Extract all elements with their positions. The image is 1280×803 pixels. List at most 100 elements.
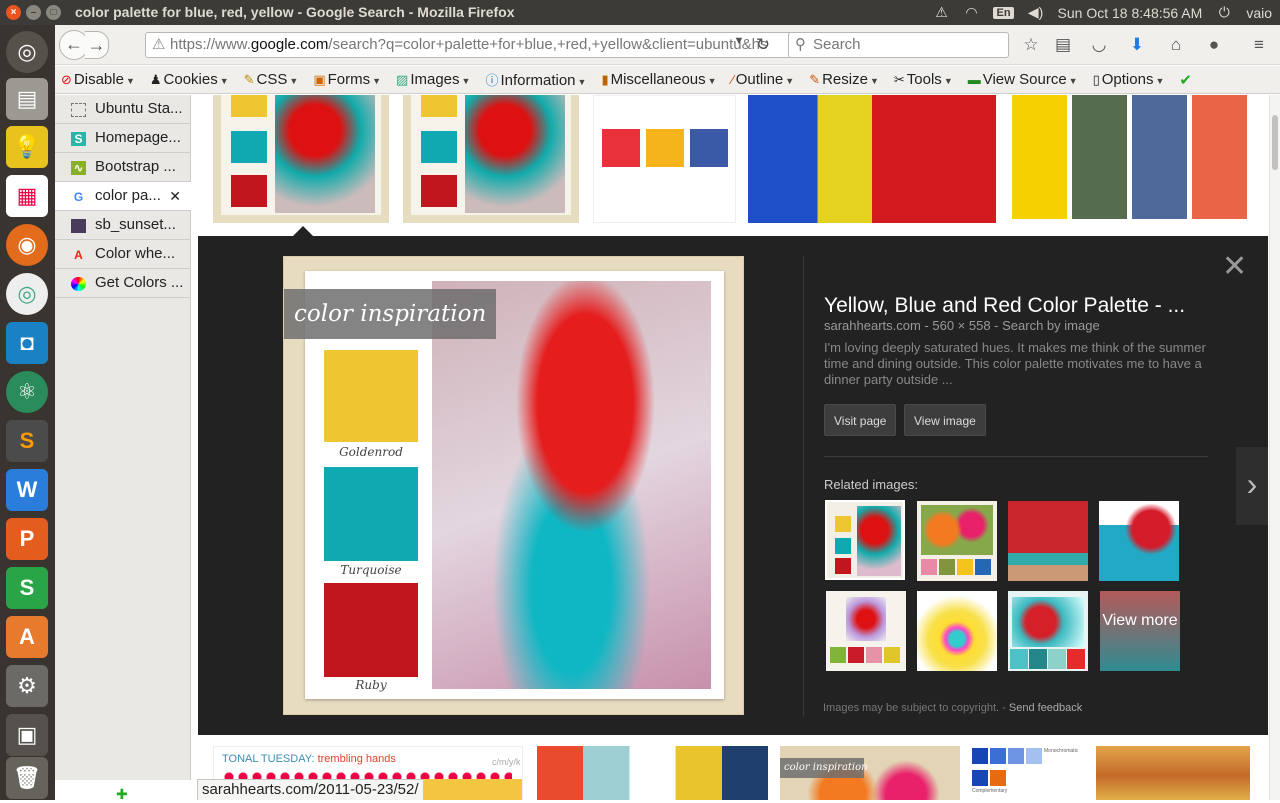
wd-resize[interactable]: ✎ Resize ▼	[809, 71, 879, 88]
forms-icon: ▣	[313, 72, 326, 87]
disable-icon: ⊘	[61, 72, 72, 87]
apps-icon[interactable]: ▦	[6, 175, 48, 217]
clock[interactable]: Sun Oct 18 8:48:56 AM	[1058, 5, 1203, 21]
firefox-icon[interactable]: ◉	[6, 224, 48, 266]
view-more-button[interactable]: View more	[1100, 591, 1180, 671]
power-icon[interactable]: ⏻	[1216, 4, 1232, 21]
wd-options[interactable]: ▯ Options ▼	[1093, 71, 1165, 88]
preview-source[interactable]: sarahhearts.com - 560 × 558 - Search by …	[824, 318, 1100, 333]
information-icon: ⓘ	[485, 73, 499, 88]
wd-css[interactable]: ✎ CSS ▼	[244, 71, 299, 88]
result-thumbnail[interactable]	[748, 95, 996, 223]
volume-icon[interactable]: ◀)	[1028, 4, 1044, 21]
trash-icon[interactable]: 🗑	[6, 757, 48, 799]
related-image[interactable]	[1099, 501, 1179, 581]
new-tab-icon[interactable]: ✚	[116, 786, 128, 803]
bookmark-star-icon[interactable]: ☆	[1020, 35, 1042, 55]
scrollbar-thumb[interactable]	[1272, 115, 1278, 170]
keyboard-layout[interactable]: En	[993, 6, 1014, 19]
close-panel-icon[interactable]: ✕	[1222, 252, 1247, 282]
workspace-icon[interactable]: ▣	[6, 714, 48, 756]
visit-page-button[interactable]: Visit page	[824, 404, 897, 436]
ubuntu-dash-icon[interactable]: ◎	[6, 31, 48, 73]
home-icon[interactable]: ⌂	[1165, 35, 1187, 55]
related-image[interactable]	[826, 591, 906, 671]
wps-spreadsheet-icon[interactable]: S	[6, 567, 48, 609]
result-thumbnail[interactable]	[537, 746, 768, 800]
wd-disable[interactable]: ⊘ Disable ▼	[61, 71, 135, 88]
pycharm-icon[interactable]: ◘	[6, 322, 48, 364]
minimize-window-button[interactable]: –	[26, 5, 41, 20]
result-thumbnail[interactable]: color inspiration	[780, 746, 960, 800]
tonal-title: TONAL TUESDAY:	[222, 753, 315, 765]
wd-view-source[interactable]: ▬ View Source ▼	[968, 71, 1078, 88]
files-icon[interactable]: ▤	[6, 78, 48, 120]
update-icon[interactable]: ⚠	[933, 4, 949, 21]
forward-button[interactable]: →	[85, 31, 109, 59]
tab-homepage[interactable]: S Homepage...	[55, 124, 191, 153]
top-panel: × – □ color palette for blue, red, yello…	[0, 0, 1280, 25]
tab-color-wheel[interactable]: A Color whe...	[55, 240, 191, 269]
related-image[interactable]	[1008, 591, 1088, 671]
chrome-icon[interactable]: ◎	[6, 273, 48, 315]
image-caption: color inspiration	[284, 289, 496, 339]
result-thumbnail[interactable]	[1009, 95, 1250, 223]
result-thumbnail[interactable]	[593, 95, 736, 223]
wd-outline[interactable]: ∕ Outline ▼	[732, 71, 795, 88]
result-thumbnail[interactable]	[403, 95, 579, 223]
wd-images[interactable]: ▨ Images ▼	[396, 71, 470, 88]
result-thumbnail[interactable]	[213, 95, 389, 223]
view-image-button[interactable]: View image	[904, 404, 986, 436]
wd-tools[interactable]: ✂ Tools ▼	[894, 71, 953, 88]
atom-icon[interactable]: ⚛	[6, 371, 48, 413]
navigation-toolbar: ← → ⚠ https://www.google.com/search?q=col…	[55, 25, 1280, 65]
close-tab-icon[interactable]: ✕	[169, 182, 181, 210]
status-bar: sarahhearts.com/2011-05-23/52/	[197, 779, 424, 800]
tab-bootstrap[interactable]: ∿ Bootstrap ...	[55, 153, 191, 182]
downloads-icon[interactable]: ⬇	[1126, 35, 1148, 55]
notes-icon[interactable]: 💡	[6, 126, 48, 168]
related-image[interactable]	[917, 501, 997, 581]
related-image[interactable]	[917, 591, 997, 671]
reload-icon[interactable]: ↻	[752, 35, 774, 55]
checkmark-icon[interactable]: ✔	[1179, 71, 1192, 89]
wd-cookies[interactable]: ♟ Cookies ▼	[150, 71, 229, 88]
menu-icon[interactable]: ≡	[1248, 35, 1270, 55]
wd-miscellaneous[interactable]: ▮ Miscellaneous ▼	[601, 71, 716, 88]
url-dropdown-icon[interactable]: ▼	[728, 35, 750, 47]
sublime-icon[interactable]: S	[6, 420, 48, 462]
preview-description: I'm loving deeply saturated hues. It mak…	[824, 340, 1206, 387]
site-info-icon[interactable]: ⚠	[152, 33, 165, 57]
tab-ubuntu-start[interactable]: Ubuntu Sta...	[55, 95, 191, 124]
swatch-color	[324, 350, 418, 442]
vertical-scrollbar[interactable]	[1269, 95, 1280, 800]
wd-forms[interactable]: ▣ Forms ▼	[313, 71, 381, 88]
software-center-icon[interactable]: A	[6, 616, 48, 658]
related-image[interactable]	[1008, 501, 1088, 581]
chat-icon[interactable]: ●	[1203, 35, 1225, 55]
search-field[interactable]: ⚲ Search	[788, 32, 1009, 58]
wps-presentation-icon[interactable]: P	[6, 518, 48, 560]
outline-icon: ∕	[731, 72, 734, 87]
user-name[interactable]: vaio	[1246, 5, 1272, 21]
send-feedback-link[interactable]: Send feedback	[1009, 702, 1082, 714]
adobe-favicon-icon: A	[74, 248, 83, 262]
preview-title[interactable]: Yellow, Blue and Red Color Palette - ...	[824, 294, 1185, 318]
result-thumbnail[interactable]	[1096, 746, 1250, 800]
tab-color-palette[interactable]: Gcolor pa... ✕	[55, 182, 191, 211]
wifi-icon[interactable]: ◠	[963, 4, 979, 21]
preview-image[interactable]: color inspiration Goldenrod Turquoise Ru…	[283, 256, 744, 715]
tab-get-colors[interactable]: Get Colors ...	[55, 269, 191, 298]
close-window-button[interactable]: ×	[6, 5, 21, 20]
settings-icon[interactable]: ⚙	[6, 665, 48, 707]
reading-list-icon[interactable]: ▤	[1052, 35, 1074, 55]
wd-information[interactable]: ⓘ Information ▼	[485, 70, 586, 89]
web-developer-toolbar: ⊘ Disable ▼ ♟ Cookies ▼ ✎ CSS ▼ ▣ Forms ▼ ▨ Image…	[55, 66, 1280, 94]
wps-writer-icon[interactable]: W	[6, 469, 48, 511]
next-image-icon[interactable]: ›	[1236, 447, 1268, 525]
tab-sb-sunset[interactable]: sb_sunset...	[55, 211, 191, 240]
maximize-window-button[interactable]: □	[46, 5, 61, 20]
result-thumbnail[interactable]: Monochromatic Complementary	[970, 746, 1082, 800]
related-image[interactable]	[825, 500, 905, 580]
pocket-icon[interactable]: ◡	[1088, 35, 1110, 55]
